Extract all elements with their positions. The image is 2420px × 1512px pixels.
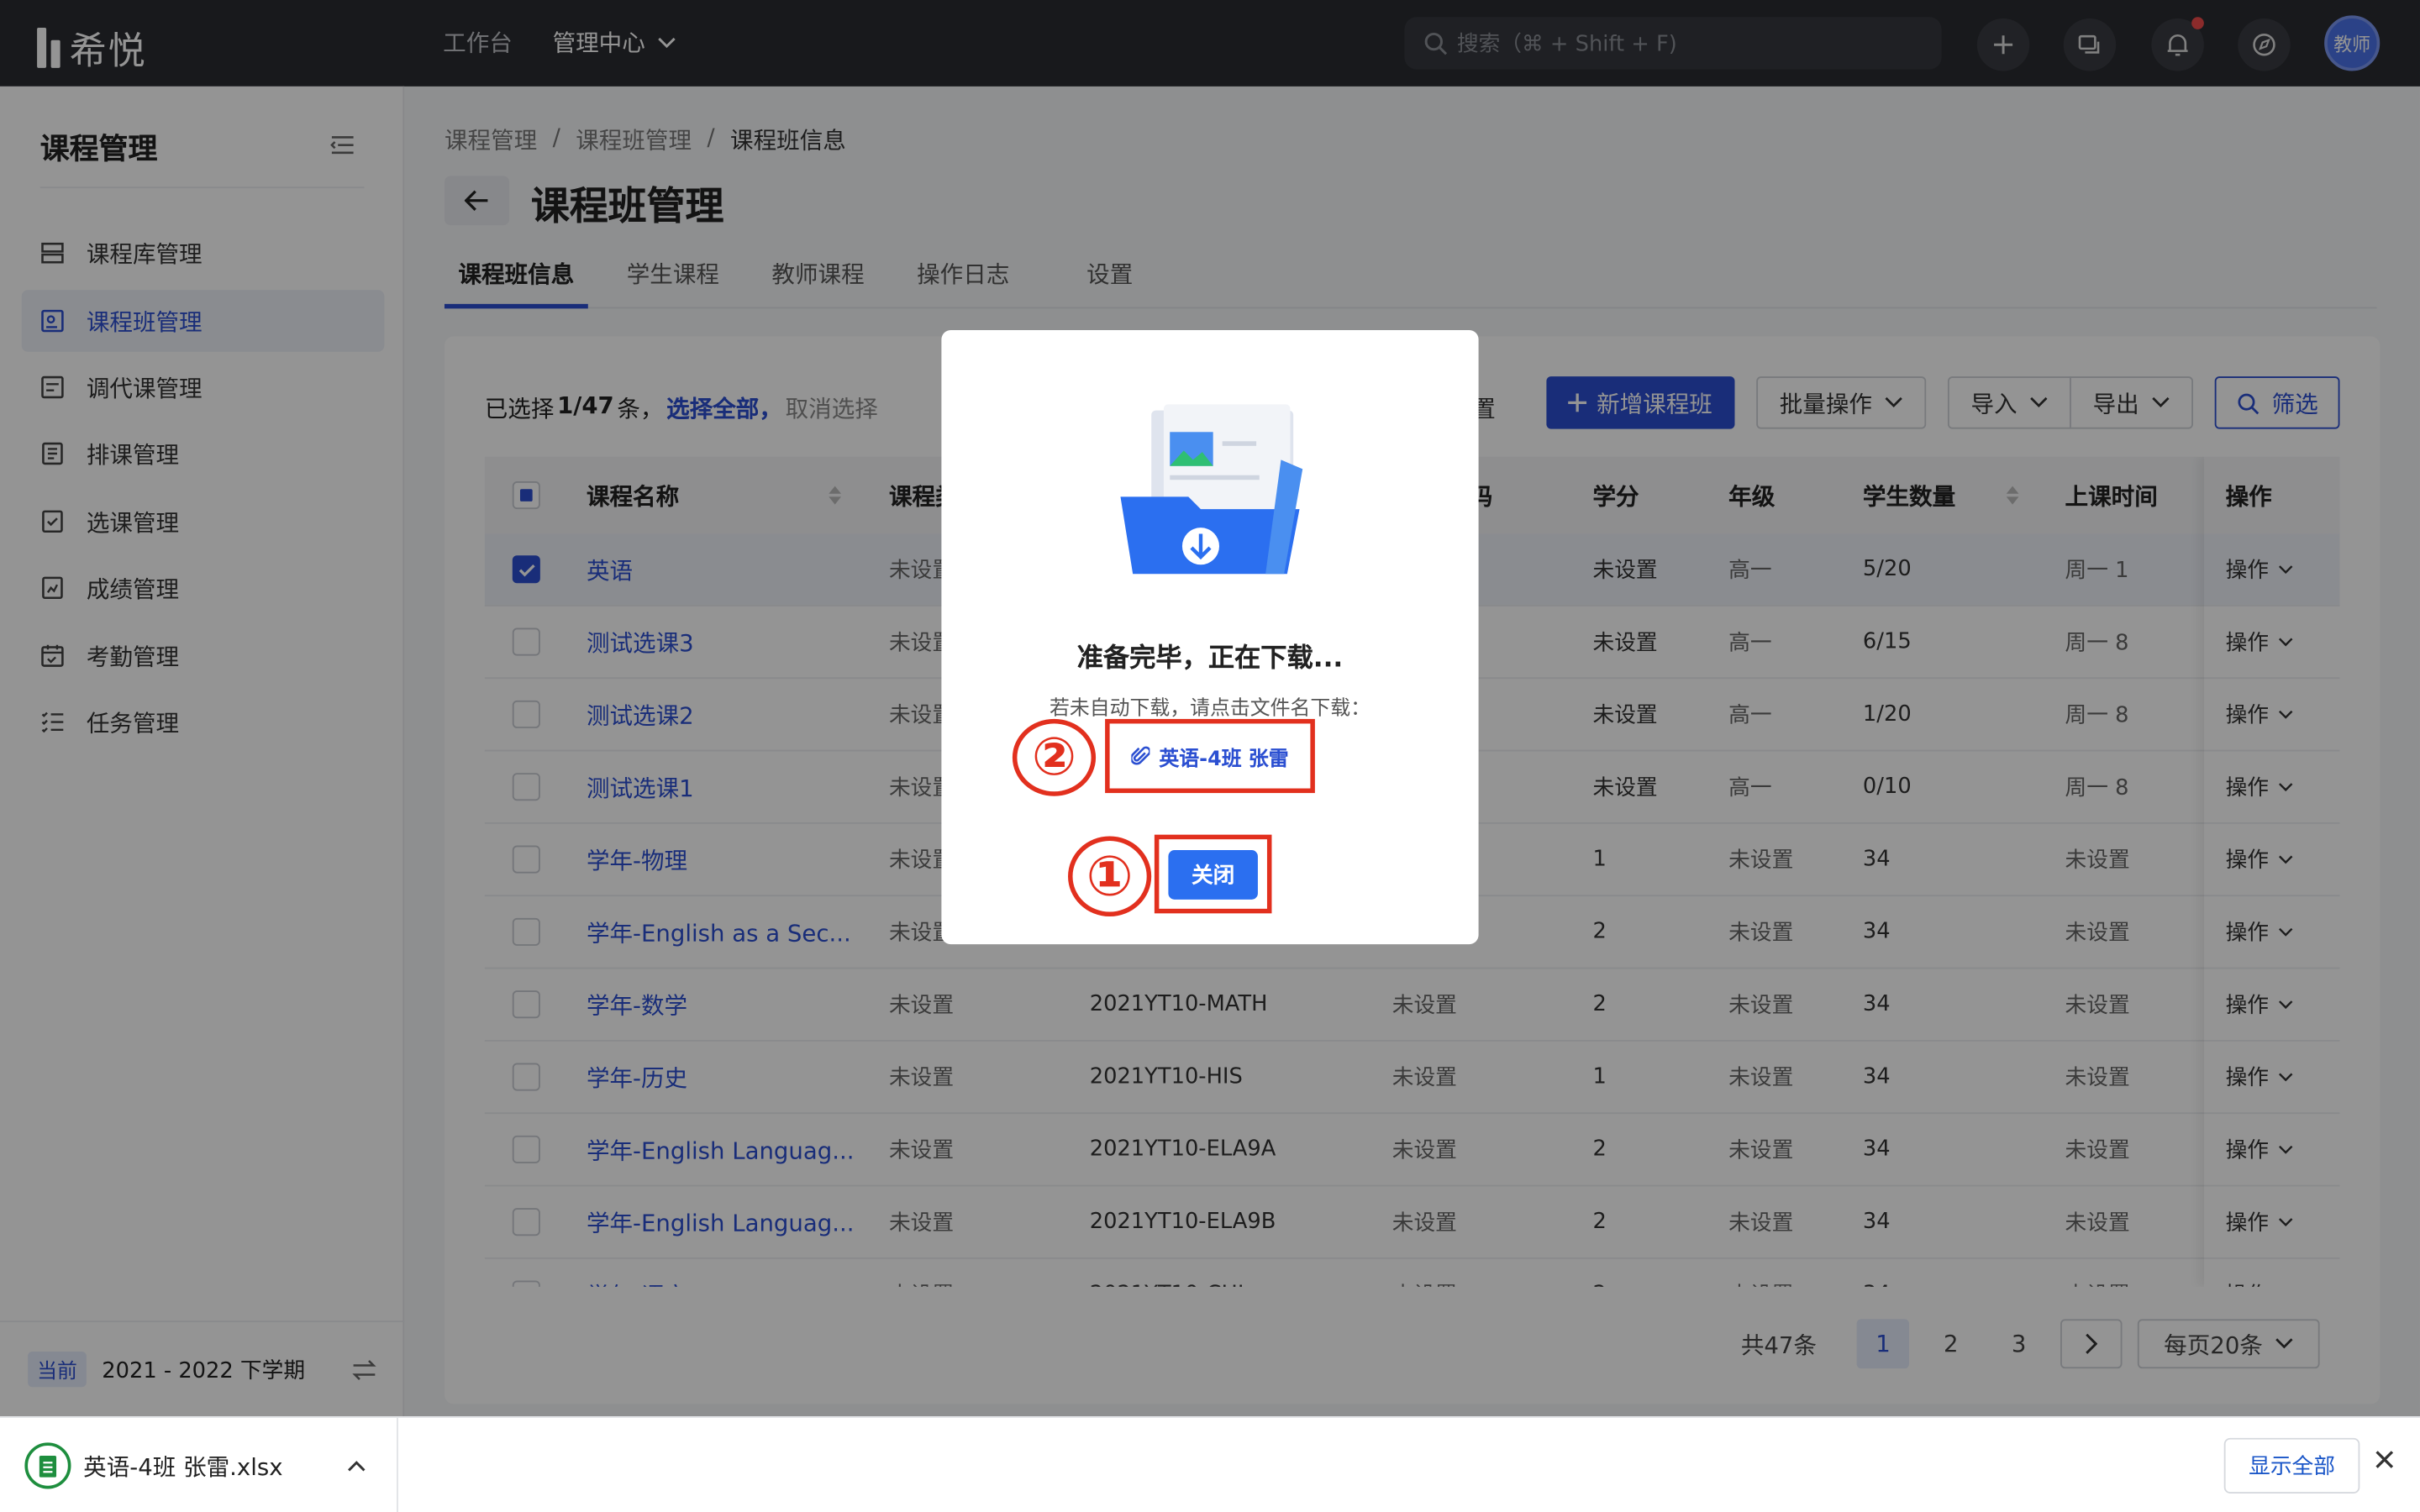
modal-subtitle: 若未自动下载，请点击文件名下载：	[1049, 697, 1371, 721]
spreadsheet-file-icon	[24, 1442, 71, 1489]
download-file-label: 英语-4班 张雷.xlsx	[83, 1452, 283, 1481]
close-button[interactable]: 关闭	[1168, 849, 1258, 899]
show-all-downloads-button[interactable]: 显示全部	[2223, 1437, 2360, 1494]
download-file-name: 英语-4班 张雷	[1159, 747, 1289, 771]
chevron-up-icon[interactable]	[347, 1460, 366, 1473]
download-modal: 准备完毕，正在下载... 若未自动下载，请点击文件名下载： 英语-4班 张雷 关…	[941, 330, 1479, 945]
close-button-highlight: 关闭	[1154, 834, 1272, 914]
download-file-link[interactable]: 英语-4班 张雷	[1105, 718, 1315, 794]
close-icon[interactable]	[2374, 1449, 2396, 1471]
paperclip-icon	[1131, 746, 1150, 765]
download-item[interactable]: 英语-4班 张雷.xlsx	[0, 1417, 398, 1512]
annotation-step-2: ②	[1012, 718, 1097, 796]
browser-download-bar: 英语-4班 张雷.xlsx 显示全部	[0, 1416, 2420, 1512]
annotation-step-1: ①	[1068, 836, 1152, 917]
folder-download-illustration	[1120, 404, 1303, 575]
modal-title: 准备完毕，正在下载...	[1076, 643, 1344, 675]
